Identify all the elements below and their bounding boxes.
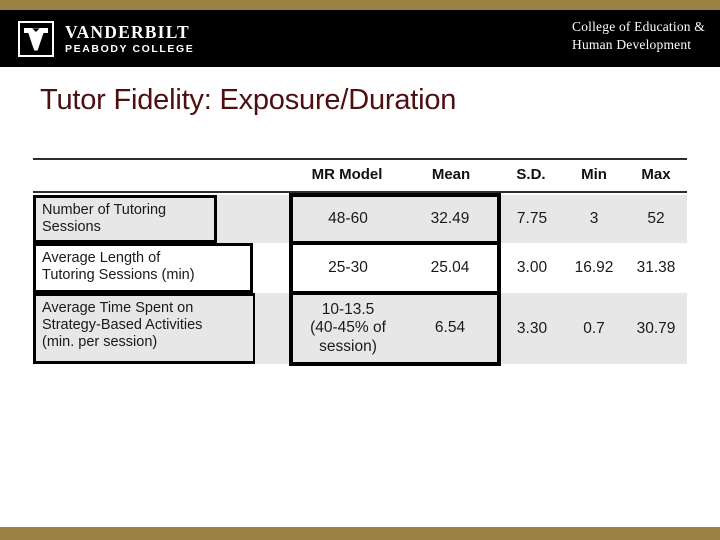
column-header-gap	[255, 160, 291, 191]
column-header-mr-model: MR Model	[311, 165, 383, 183]
row-label-line2: Sessions	[42, 219, 101, 236]
row-label-line2: Tutoring Sessions (min)	[42, 267, 195, 284]
college-name-line1: College of Education &	[572, 19, 705, 34]
cell-sd: 3.00	[499, 243, 563, 293]
vanderbilt-wordmark: VANDERBILT PEABODY COLLEGE	[65, 21, 195, 55]
cell-mean: 6.54	[403, 293, 501, 366]
cell-mr-model-line1: 10-13.5	[321, 300, 375, 318]
cell-max: 31.38	[625, 243, 687, 293]
fidelity-table-wrapper: MR Model Mean S.D. Min Max Number of Tut…	[33, 158, 687, 366]
table-header-row: MR Model Mean S.D. Min Max	[33, 160, 687, 191]
cell-sd: 3.30	[499, 293, 563, 364]
cell-mean: 25.04	[403, 243, 501, 295]
row-gap-cell	[255, 243, 291, 293]
cell-mr-model: 25-30	[289, 243, 403, 295]
cell-mr-model: 48-60	[289, 193, 403, 245]
college-name: College of Education & Human Development	[572, 18, 705, 54]
university-name: VANDERBILT	[65, 21, 190, 42]
row-label-line3: (min. per session)	[42, 334, 158, 351]
cell-mean: 32.49	[403, 193, 501, 245]
fidelity-table: MR Model Mean S.D. Min Max	[33, 160, 687, 191]
row-label-line1: Average Length of	[42, 250, 161, 266]
cell-mr-model-line2: (40-45% of	[310, 319, 386, 337]
row-gap-cell	[255, 195, 291, 243]
cell-max: 30.79	[625, 293, 687, 364]
fidelity-table-body: Number of Tutoring Sessions 48-60 32.49 …	[33, 193, 689, 366]
column-header-max: Max	[641, 165, 671, 183]
cell-mr-model: 10-13.5 (40-45% of session)	[289, 293, 403, 366]
row-gap-cell	[255, 293, 291, 364]
row-label-cell: Number of Tutoring Sessions	[33, 195, 255, 243]
bottom-gold-band	[0, 527, 720, 540]
cell-mr-model-line3: session)	[319, 337, 377, 355]
page-title: Tutor Fidelity: Exposure/Duration	[40, 84, 457, 116]
row-label-box: Average Length of Tutoring Sessions (min…	[33, 243, 253, 293]
cell-max: 52	[625, 195, 687, 243]
column-header-min: Min	[581, 165, 607, 183]
v-glyph-icon	[24, 28, 48, 51]
cell-min: 16.92	[563, 243, 625, 293]
row-label-cell: Average Length of Tutoring Sessions (min…	[33, 243, 255, 293]
table-row: Average Time Spent on Strategy-Based Act…	[33, 293, 687, 366]
vanderbilt-v-shield-icon	[18, 21, 54, 57]
column-header-sd: S.D.	[516, 165, 546, 183]
row-label-line1: Average Time Spent on	[42, 300, 194, 316]
vanderbilt-logo-lockup: VANDERBILT PEABODY COLLEGE	[18, 21, 194, 57]
table-row: Average Length of Tutoring Sessions (min…	[33, 243, 687, 295]
row-label-box: Average Time Spent on Strategy-Based Act…	[33, 293, 256, 364]
row-label-line1: Number of Tutoring	[42, 202, 167, 218]
cell-sd: 7.75	[499, 195, 563, 243]
column-header-label	[33, 160, 255, 191]
row-label-box: Number of Tutoring Sessions	[33, 195, 217, 243]
table-row: Number of Tutoring Sessions 48-60 32.49 …	[33, 193, 687, 245]
column-header-mean: Mean	[431, 165, 471, 183]
cell-min: 0.7	[563, 293, 625, 364]
row-label-line2: Strategy-Based Activities	[42, 317, 203, 334]
cell-min: 3	[563, 195, 625, 243]
row-label-cell: Average Time Spent on Strategy-Based Act…	[33, 293, 256, 364]
college-name-line2: Human Development	[572, 36, 692, 52]
school-name: PEABODY COLLEGE	[65, 43, 195, 55]
top-gold-band	[0, 0, 720, 10]
